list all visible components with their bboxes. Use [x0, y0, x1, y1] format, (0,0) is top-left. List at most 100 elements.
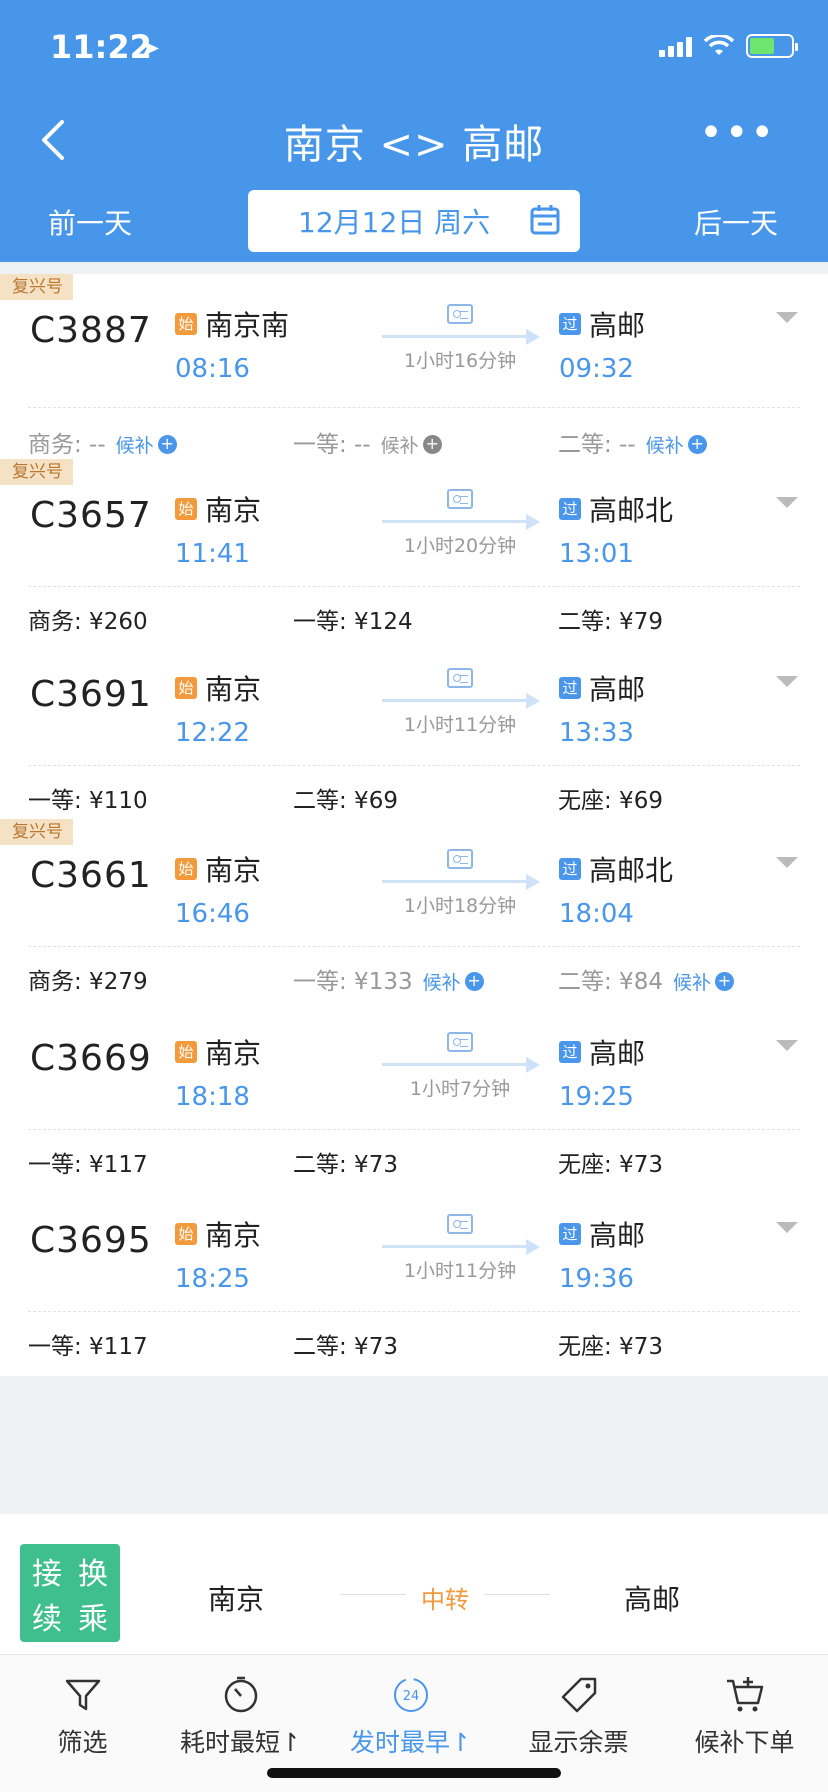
start-tag: 始: [175, 313, 197, 335]
pass-tag: 过: [559, 1223, 581, 1245]
journey-arrow: [380, 692, 540, 709]
departure-station: 南京: [205, 854, 262, 887]
journey-arrow: [380, 328, 540, 345]
start-tag: 始: [175, 858, 197, 880]
pass-tag: 过: [559, 313, 581, 335]
chevron-down-icon[interactable]: [776, 312, 798, 323]
header: 11:22 ➤ 南京 <> 高邮 ••• 前一天 12月12日 周六 后一天: [0, 0, 828, 262]
arrival: 过高邮 19:36: [559, 1214, 645, 1294]
tab-waitlist-order[interactable]: 候补下单: [662, 1673, 827, 1759]
plus-icon: +: [464, 972, 484, 991]
train-card[interactable]: 复兴号 C3657 始南京 11:41 1小时20分钟 过高邮北 13:01 商务…: [0, 459, 828, 651]
train-number: C3657: [30, 495, 152, 536]
journey-arrow: [380, 873, 540, 890]
calendar-icon: [530, 205, 560, 235]
waitlist-button[interactable]: 候补 +: [423, 972, 484, 994]
waitlist-button[interactable]: 候补 +: [381, 435, 442, 457]
duration: 1小时11分钟: [403, 714, 517, 736]
arrival-time: 18:04: [559, 899, 634, 929]
fuxing-badge: 复兴号: [0, 274, 73, 300]
journey-info: 1小时11分钟: [380, 668, 540, 737]
divider: [28, 586, 800, 587]
chevron-down-icon[interactable]: [776, 676, 798, 687]
id-card-icon: [447, 849, 473, 869]
waitlist-button[interactable]: 候补 +: [646, 435, 707, 457]
timer-icon: [224, 1676, 257, 1713]
transfer-to: 高邮: [624, 1583, 681, 1616]
train-number: C3887: [30, 310, 152, 351]
seat-price: 一等: ¥110: [28, 788, 148, 814]
divider: [28, 1311, 800, 1312]
status-icons: [659, 34, 798, 58]
start-tag: 始: [175, 1041, 197, 1063]
waitlist-button[interactable]: 候补 +: [116, 435, 177, 457]
id-card-icon: [447, 668, 473, 688]
seat-price: 二等: ¥73: [293, 1334, 398, 1360]
seat-price: 二等: ¥79: [558, 609, 663, 635]
departure: 始南京南 08:16: [175, 304, 289, 384]
plus-icon: +: [422, 435, 442, 454]
seat-price: 二等: ¥84 候补 +: [558, 962, 734, 996]
train-card[interactable]: C3691 始南京 12:22 1小时11分钟 过高邮 13:33 一等: ¥1…: [0, 638, 828, 830]
arrival-station: 高邮: [589, 673, 646, 706]
clock-24-icon: 24: [393, 1678, 428, 1712]
train-card[interactable]: C3669 始南京 18:18 1小时7分钟 过高邮 19:25 一等: ¥11…: [0, 1002, 828, 1194]
tab-earliest[interactable]: 24 发时最早↾: [328, 1673, 493, 1759]
duration: 1小时16分钟: [403, 350, 517, 372]
arrival: 过高邮北 13:01: [559, 489, 673, 569]
train-card[interactable]: 复兴号 C3887 始南京南 08:16 1小时16分钟 过高邮 09:32 商务…: [0, 274, 828, 472]
chevron-down-icon[interactable]: [776, 497, 798, 508]
next-day-button[interactable]: 后一天: [694, 202, 778, 242]
departure-station: 南京南: [205, 309, 290, 342]
pass-tag: 过: [559, 1041, 581, 1063]
seat-price: 商务: ¥260: [28, 609, 148, 635]
chevron-down-icon[interactable]: [776, 857, 798, 868]
departure-station: 南京: [205, 1037, 262, 1070]
plus-icon: +: [687, 435, 707, 454]
tab-shortest[interactable]: 耗时最短↾: [158, 1673, 323, 1759]
date-label: 12月12日 周六: [298, 206, 491, 239]
train-number: C3669: [30, 1038, 152, 1079]
transfer-card[interactable]: 接 换 续 乘 南京 中转 高邮: [0, 1514, 828, 1654]
seat-price: 无座: ¥69: [558, 788, 663, 814]
fuxing-badge: 复兴号: [0, 459, 73, 485]
ticket-tag-icon: [561, 1677, 596, 1713]
arrival: 过高邮 19:25: [559, 1032, 645, 1112]
fuxing-badge: 复兴号: [0, 819, 73, 845]
seat-price: 二等: ¥69: [293, 788, 398, 814]
tab-label: 筛选: [57, 1728, 108, 1757]
waitlist-button[interactable]: 候补 +: [673, 972, 734, 994]
date-selector[interactable]: 12月12日 周六: [248, 190, 580, 252]
prev-day-button[interactable]: 前一天: [48, 202, 132, 242]
train-card[interactable]: 复兴号 C3661 始南京 16:46 1小时18分钟 过高邮北 18:04 商务…: [0, 819, 828, 1011]
chevron-down-icon[interactable]: [776, 1040, 798, 1051]
train-card[interactable]: C3695 始南京 18:25 1小时11分钟 过高邮 19:36 一等: ¥1…: [0, 1184, 828, 1376]
start-tag: 始: [175, 677, 197, 699]
journey-info: 1小时7分钟: [380, 1032, 540, 1101]
id-card-icon: [447, 1214, 473, 1234]
cart-icon: [726, 1677, 763, 1712]
plus-icon: +: [157, 435, 177, 454]
pass-tag: 过: [559, 498, 581, 520]
tab-filter[interactable]: 筛选: [0, 1673, 165, 1759]
seat-price: 商务: ¥279: [28, 969, 148, 995]
start-tag: 始: [175, 1223, 197, 1245]
divider: [28, 765, 800, 766]
tab-label: 显示余票: [528, 1728, 629, 1757]
more-icon[interactable]: •••: [699, 113, 776, 153]
divider: [28, 946, 800, 947]
plus-icon: +: [714, 972, 734, 991]
tab-show-remaining[interactable]: 显示余票: [496, 1673, 661, 1759]
svg-text:24: 24: [402, 1689, 419, 1704]
home-indicator: [267, 1768, 561, 1778]
start-tag: 始: [175, 498, 197, 520]
signal-icon: [659, 35, 692, 57]
departure-time: 12:22: [175, 718, 250, 748]
departure-time: 18:18: [175, 1082, 250, 1112]
tab-label: 候补下单: [694, 1728, 795, 1757]
chevron-down-icon[interactable]: [776, 1222, 798, 1233]
seat-price: 一等: -- 候补 +: [293, 425, 442, 459]
seat-price: 二等: -- 候补 +: [558, 425, 707, 459]
departure: 始南京 18:25: [175, 1214, 261, 1294]
id-card-icon: [447, 304, 473, 324]
